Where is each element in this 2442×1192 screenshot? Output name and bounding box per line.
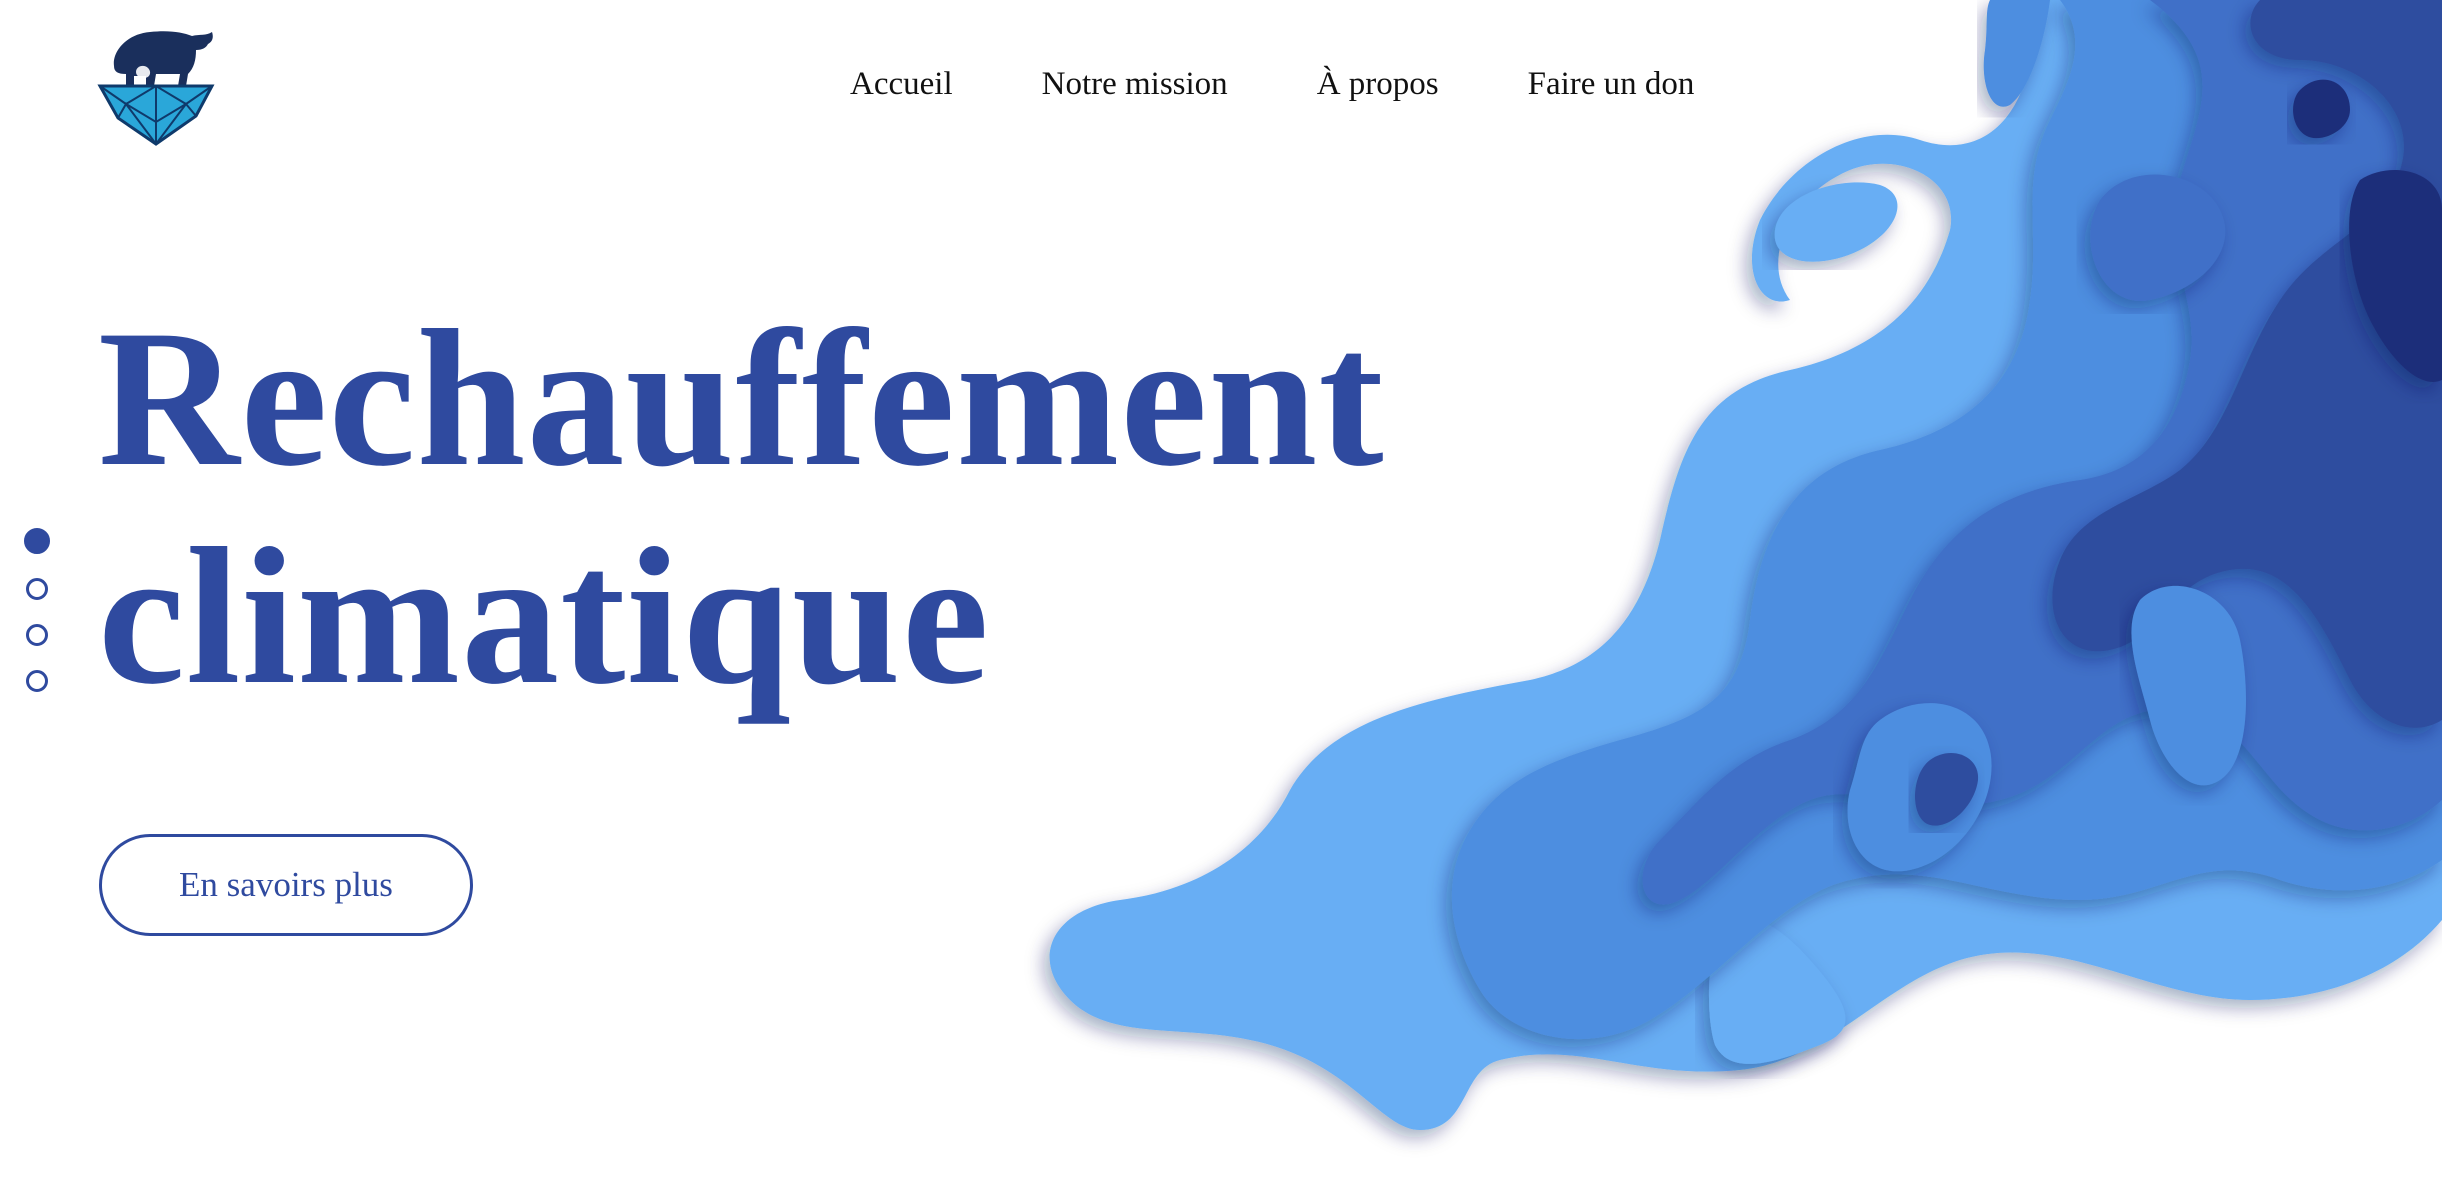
slider-dot-1[interactable] bbox=[24, 528, 50, 554]
page: Accueil Notre mission À propos Faire un … bbox=[0, 0, 2442, 1192]
slider-pagination bbox=[24, 528, 54, 716]
main-navigation: Accueil Notre mission À propos Faire un … bbox=[850, 66, 1694, 103]
nav-link-a-propos[interactable]: À propos bbox=[1317, 66, 1439, 103]
nav-link-accueil[interactable]: Accueil bbox=[850, 66, 953, 103]
polar-bear-on-ice-icon[interactable] bbox=[96, 24, 216, 148]
hero-title-line-1: Rechauffement bbox=[98, 290, 1385, 507]
nav-link-notre-mission[interactable]: Notre mission bbox=[1042, 66, 1228, 103]
slider-dot-4[interactable] bbox=[26, 670, 48, 692]
hero-title: Rechauffement climatique bbox=[98, 290, 1385, 726]
slider-dot-3[interactable] bbox=[26, 624, 48, 646]
nav-link-faire-un-don[interactable]: Faire un don bbox=[1528, 66, 1695, 103]
slider-dot-2[interactable] bbox=[26, 578, 48, 600]
hero-title-line-2: climatique bbox=[98, 508, 990, 725]
learn-more-button[interactable]: En savoirs plus bbox=[99, 834, 473, 936]
